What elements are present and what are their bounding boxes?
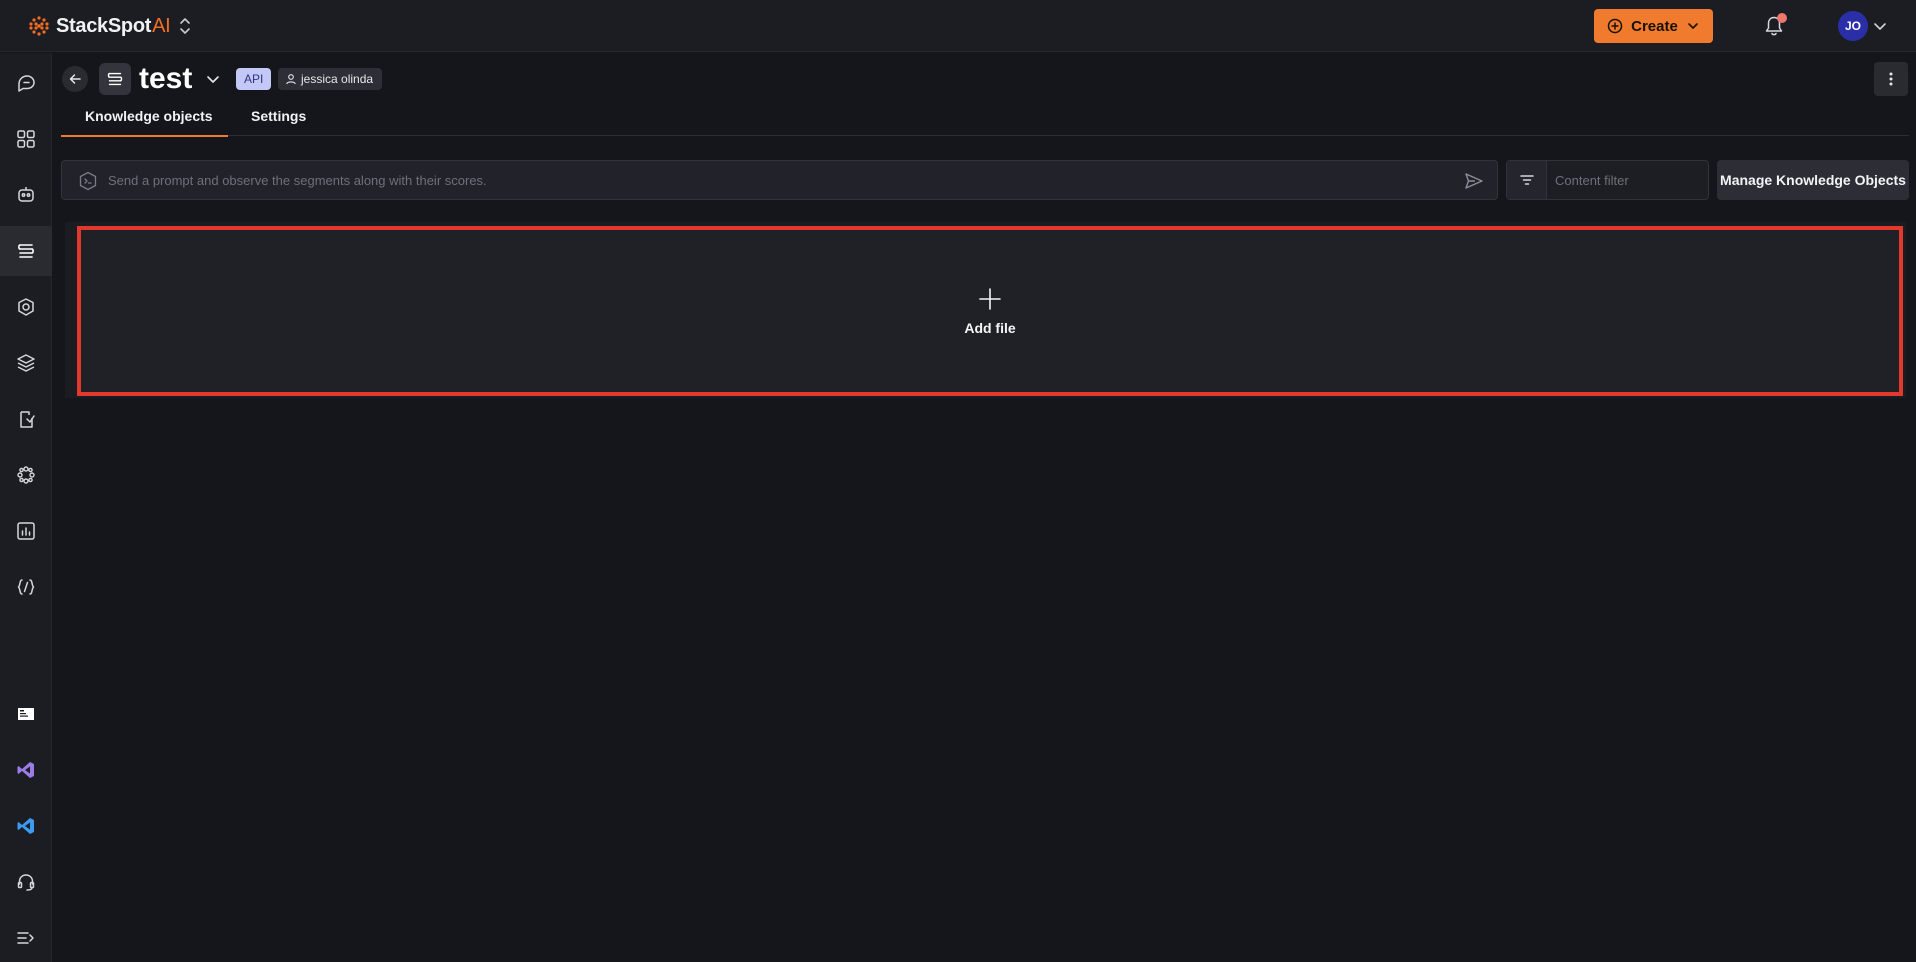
prompt-input[interactable]	[108, 161, 1438, 199]
tab-bar: Knowledge objects Settings	[61, 104, 1909, 137]
knowledge-source-icon	[18, 244, 34, 258]
sidebar-item-stacks[interactable]	[0, 338, 52, 388]
headset-icon	[17, 874, 35, 891]
plus-icon	[979, 288, 1001, 310]
dashboard-icon	[17, 130, 35, 148]
clipboard-icon	[20, 411, 35, 428]
sidebar-item-support[interactable]	[0, 857, 52, 907]
chevron-down-icon[interactable]	[1872, 18, 1888, 34]
sidebar-item-visual-studio[interactable]	[0, 745, 52, 795]
agent-icon	[18, 187, 34, 202]
add-file-label: Add file	[964, 320, 1016, 336]
more-options-button[interactable]	[1874, 62, 1908, 96]
collapse-menu-icon	[17, 932, 34, 944]
manage-knowledge-objects-button[interactable]: Manage Knowledge Objects	[1717, 160, 1909, 200]
sidebar-item-terminal[interactable]	[0, 689, 52, 739]
sidebar-item-code[interactable]	[0, 562, 52, 612]
sidebar-item-chat[interactable]	[0, 58, 52, 108]
stackspot-logo[interactable]: StackSpotAI	[28, 13, 171, 39]
logo-brand: StackSpot	[56, 14, 152, 37]
workspace-icon	[17, 466, 35, 484]
prompt-bar	[61, 160, 1498, 200]
plus-circle-icon	[1607, 18, 1623, 34]
owner-name: jessica olinda	[301, 72, 374, 86]
prompt-agent-icon	[79, 171, 97, 191]
layers-icon	[17, 354, 35, 372]
chevron-down-icon	[1688, 23, 1698, 29]
back-button[interactable]	[62, 66, 88, 92]
arrow-left-icon	[69, 74, 81, 84]
top-bar: StackSpotAI Create JO	[0, 0, 1916, 52]
sidebar-rail	[0, 53, 52, 962]
visual-studio-icon	[17, 762, 34, 778]
type-badge: API	[236, 68, 272, 90]
logo-mark-icon	[29, 16, 49, 36]
vscode-icon	[17, 818, 34, 834]
create-button[interactable]: Create	[1594, 9, 1713, 43]
kebab-menu-icon	[1889, 72, 1893, 86]
filter-button[interactable]	[1507, 161, 1547, 199]
sidebar-item-dashboard[interactable]	[0, 114, 52, 164]
add-file-dropzone[interactable]: Add file	[77, 226, 1903, 396]
sidebar-item-agents[interactable]	[0, 170, 52, 220]
owner-badge: jessica olinda	[278, 68, 383, 90]
logo-suffix: AI	[152, 14, 171, 37]
send-icon[interactable]	[1463, 170, 1485, 192]
avatar[interactable]: JO	[1838, 11, 1868, 41]
code-braces-icon	[17, 579, 35, 595]
sidebar-item-collapse[interactable]	[0, 913, 52, 962]
tab-knowledge-objects[interactable]: Knowledge objects	[61, 104, 228, 137]
logo-text: StackSpotAI	[56, 14, 171, 38]
sidebar-item-knowledge-sources[interactable]	[0, 226, 52, 276]
notification-dot	[1777, 13, 1787, 23]
shield-icon	[18, 298, 34, 316]
sidebar-item-security[interactable]	[0, 282, 52, 332]
terminal-icon	[18, 708, 34, 720]
chat-icon	[18, 75, 35, 92]
sidebar-item-clipboard[interactable]	[0, 394, 52, 444]
tab-settings[interactable]: Settings	[251, 104, 331, 136]
sidebar-item-vscode[interactable]	[0, 801, 52, 851]
page-title: test	[139, 62, 193, 95]
analytics-icon	[17, 522, 35, 540]
filter-icon	[1519, 175, 1534, 185]
sidebar-item-workspaces[interactable]	[0, 450, 52, 500]
knowledge-source-icon	[107, 72, 123, 86]
chevron-down-icon[interactable]	[204, 70, 222, 88]
user-icon	[286, 74, 296, 85]
knowledge-source-type-icon	[99, 63, 131, 95]
content-filter-input[interactable]	[1555, 161, 1705, 199]
account-switcher-icon[interactable]	[176, 16, 194, 36]
sidebar-item-analytics[interactable]	[0, 506, 52, 556]
create-button-label: Create	[1631, 17, 1678, 35]
content-filter	[1506, 160, 1709, 200]
